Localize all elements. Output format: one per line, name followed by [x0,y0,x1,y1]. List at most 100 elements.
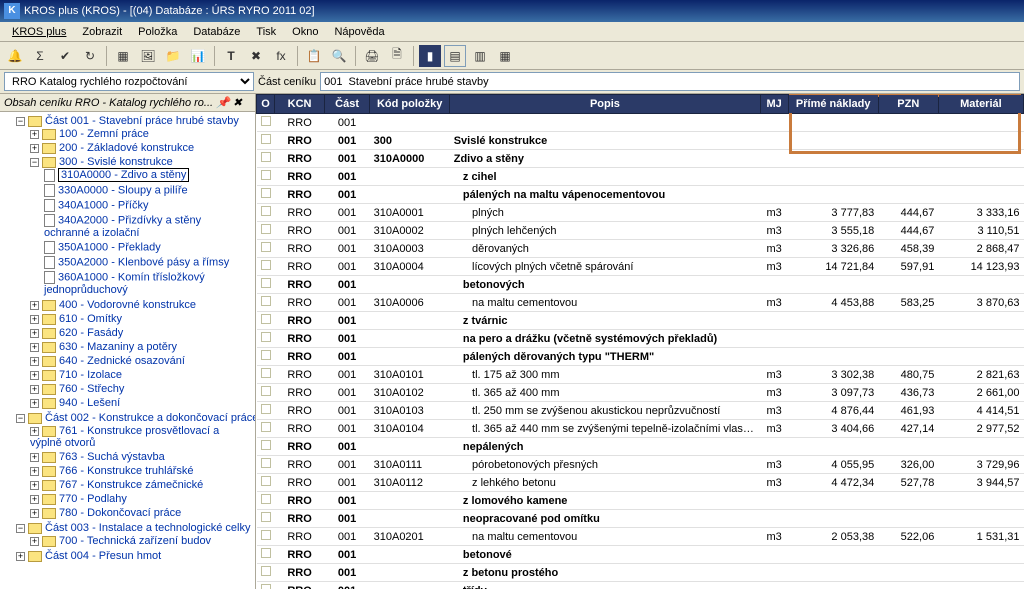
col-kod[interactable]: Kód položky [370,95,450,114]
tree-item-300[interactable]: −300 - Svislé konstrukce 310A0000 - Zdiv… [30,155,253,298]
table-row[interactable]: RRO001 betonové [257,546,1024,564]
tbtn-check-icon[interactable]: ✔ [54,45,76,67]
table-row[interactable]: RRO001310A0003 děrovanýchm33 326,86458,3… [257,240,1024,258]
tbtn-view4-icon[interactable]: ▦ [494,45,516,67]
table-row[interactable]: RRO001 [257,114,1024,132]
table-row[interactable]: RRO001 z lomového kamene [257,492,1024,510]
tree-item-767[interactable]: +767 - Konstrukce zámečnické [30,478,253,492]
tbtn-view2-icon[interactable]: ▤ [444,45,466,67]
tbtn-print-icon[interactable]: 🖨 [361,45,383,67]
table-row[interactable]: RRO001 nepálených [257,438,1024,456]
tree-item-770[interactable]: +770 - Podlahy [30,492,253,506]
tbtn-image-icon[interactable]: 🖼 [137,45,159,67]
table-row[interactable]: RRO001 neopracované pod omítku [257,510,1024,528]
tree-item-part003[interactable]: −Část 003 - Instalace a technologické ce… [16,521,253,549]
tree-item-360A1000[interactable]: 360A1000 - Komín třísložkový jednoprůduc… [44,270,253,297]
table-row[interactable]: RRO001310A0004 lícových plných včetně sp… [257,258,1024,276]
col-popis[interactable]: Popis [450,95,760,114]
tbtn-bell-icon[interactable]: 🔔 [4,45,26,67]
tree-item-part002[interactable]: −Část 002 - Konstrukce a dokončovací prá… [16,411,253,521]
table-row[interactable]: RRO001 z betonu prostého [257,564,1024,582]
tree-item-763[interactable]: +763 - Suchá výstavba [30,450,253,464]
col-o[interactable]: O [257,95,275,114]
filter-label: Část ceníku [258,76,316,88]
tree-item-part001[interactable]: −Část 001 - Stavební práce hrubé stavby … [16,114,253,411]
table-row[interactable]: RRO001300Svislé konstrukce [257,132,1024,150]
tree-item-100[interactable]: +100 - Zemní práce [30,127,253,141]
grid-header[interactable]: O KCN Část Kód položky Popis MJ Přímé ná… [257,95,1024,114]
col-kcn[interactable]: KCN [275,95,325,114]
tree-item-780[interactable]: +780 - Dokončovací práce [30,506,253,520]
tree-item-340A2000[interactable]: 340A2000 - Přizdívky a stěny ochranné a … [44,213,253,240]
tree-item-640[interactable]: +640 - Zednické osazování [30,354,253,368]
tree-item-610[interactable]: +610 - Omítky [30,312,253,326]
tree-item-710[interactable]: +710 - Izolace [30,368,253,382]
menu-okno[interactable]: Okno [284,24,326,40]
table-row[interactable]: RRO001 pálených na maltu vápenocementovo… [257,186,1024,204]
table-row[interactable]: RRO001310A0103 tl. 250 mm se zvýšenou ak… [257,402,1024,420]
tbtn-delete-icon[interactable]: ✖ [245,45,267,67]
table-row[interactable]: RRO001310A0201 na maltu cementovoum32 05… [257,528,1024,546]
table-row[interactable]: RRO001 z tvárnic [257,312,1024,330]
table-row[interactable]: RRO001310A0002 plných lehčenýchm33 555,1… [257,222,1024,240]
table-row[interactable]: RRO001 na pero a drážku (včetně systémov… [257,330,1024,348]
tree-item-761[interactable]: +761 - Konstrukce prosvětlovací a výplně… [30,424,253,450]
tbtn-fx-icon[interactable]: fx [270,45,292,67]
table-row[interactable]: RRO001 třídy [257,582,1024,589]
tbtn-refresh-icon[interactable]: ↻ [79,45,101,67]
table-row[interactable]: RRO001310A0102 tl. 365 až 400 mmm33 097,… [257,384,1024,402]
tree[interactable]: −Část 001 - Stavební práce hrubé stavby … [0,112,255,565]
tbtn-chart-icon[interactable]: 📊 [187,45,209,67]
tbtn-folder-icon[interactable]: 📁 [162,45,184,67]
catalog-dropdown[interactable]: RRO Katalog rychlého rozpočtování [4,72,254,91]
data-grid[interactable]: O KCN Část Kód položky Popis MJ Přímé ná… [256,94,1024,589]
table-row[interactable]: RRO001310A0101 tl. 175 až 300 mmm33 302,… [257,366,1024,384]
tree-item-340A1000[interactable]: 340A1000 - Příčky [44,198,253,213]
table-row[interactable]: RRO001310A0000Zdivo a stěny [257,150,1024,168]
sidebar: Obsah ceníku RRO - Katalog rychlého ro..… [0,94,256,589]
table-row[interactable]: RRO001310A0104 tl. 365 až 440 mm se zvýš… [257,420,1024,438]
tree-item-330A0000[interactable]: 330A0000 - Sloupy a pilíře [44,183,253,198]
tbtn-find-icon[interactable]: 🔍 [328,45,350,67]
menu-tisk[interactable]: Tisk [248,24,284,40]
col-mj[interactable]: MJ [760,95,788,114]
tbtn-view3-icon[interactable]: ▥ [469,45,491,67]
tree-item-350A1000[interactable]: 350A1000 - Překlady [44,240,253,255]
table-row[interactable]: RRO001310A0001 plnýchm33 777,83444,673 3… [257,204,1024,222]
tree-item-940[interactable]: +940 - Lešení [30,396,253,410]
tree-item-760[interactable]: +760 - Střechy [30,382,253,396]
pin-icon[interactable]: 📌 [216,96,230,109]
tree-item-620[interactable]: +620 - Fasády [30,326,253,340]
table-row[interactable]: RRO001310A0112 z lehkého betonum34 472,3… [257,474,1024,492]
tree-item-200[interactable]: +200 - Základové konstrukce [30,141,253,155]
col-cast[interactable]: Část [325,95,370,114]
menu-napoveda[interactable]: Nápověda [326,24,392,40]
section-input[interactable] [320,72,1020,91]
menu-kros[interactable]: KROS plus [4,24,74,40]
table-row[interactable]: RRO001 pálených děrovaných typu "THERM" [257,348,1024,366]
tree-item-700[interactable]: +700 - Technická zařízení budov [30,534,253,548]
col-mat[interactable]: Materiál [938,95,1023,114]
table-row[interactable]: RRO001 z cihel [257,168,1024,186]
tbtn-clipboard-icon[interactable]: 📋 [303,45,325,67]
tbtn-preview-icon[interactable]: 🗎 [386,45,408,67]
table-row[interactable]: RRO001310A0111 pórobetonových přesnýchm3… [257,456,1024,474]
menu-zobrazit[interactable]: Zobrazit [74,24,130,40]
col-pn[interactable]: Přímé náklady [788,95,878,114]
table-row[interactable]: RRO001 betonových [257,276,1024,294]
close-sidebar-icon[interactable]: ✖ [233,96,242,109]
tree-item-part004[interactable]: +Část 004 - Přesun hmot [16,549,253,563]
tree-item-310A0000[interactable]: 310A0000 - Zdivo a stěny [44,168,253,183]
tree-item-630[interactable]: +630 - Mazaniny a potěry [30,340,253,354]
tbtn-view1-icon[interactable]: ▮ [419,45,441,67]
tree-item-400[interactable]: +400 - Vodorovné konstrukce [30,298,253,312]
tbtn-sigma-icon[interactable]: Σ [29,45,51,67]
col-pzn[interactable]: PZN [878,95,938,114]
tbtn-bold-icon[interactable]: T [220,45,242,67]
tree-item-350A2000[interactable]: 350A2000 - Klenbové pásy a římsy [44,255,253,270]
tbtn-grid-icon[interactable]: ▦ [112,45,134,67]
table-row[interactable]: RRO001310A0006 na maltu cementovoum34 45… [257,294,1024,312]
tree-item-766[interactable]: +766 - Konstrukce truhlářské [30,464,253,478]
menu-databaze[interactable]: Databáze [185,24,248,40]
menu-polozka[interactable]: Položka [130,24,185,40]
